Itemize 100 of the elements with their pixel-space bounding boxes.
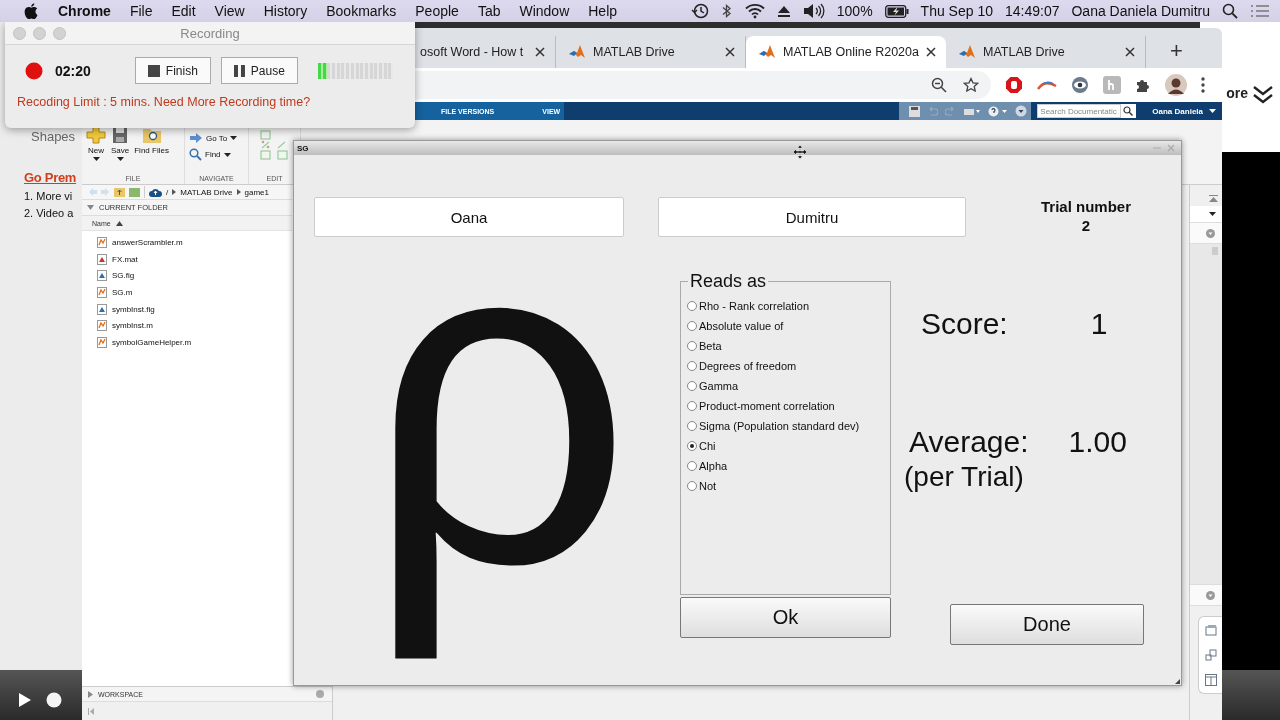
panel-options-icon[interactable] [316, 690, 324, 698]
option-label[interactable]: Absolute value of [699, 320, 784, 332]
menu-item[interactable]: People [415, 3, 459, 19]
expand-icon[interactable] [88, 690, 93, 698]
new-tab-button[interactable]: + [1170, 38, 1183, 64]
radio-button[interactable] [687, 341, 697, 351]
help-icon[interactable] [988, 105, 1009, 117]
name-field[interactable]: Dumitru [658, 197, 966, 237]
menu-item[interactable]: File [129, 3, 153, 19]
radio-button[interactable] [687, 401, 697, 411]
toolstrip-button[interactable]: New [86, 126, 106, 161]
file-name[interactable]: SG.m [112, 287, 133, 297]
cloud-icon[interactable] [149, 187, 162, 197]
menu-item[interactable]: Edit [171, 3, 196, 19]
menu-item[interactable]: Tab [477, 3, 501, 19]
puzzle-icon[interactable] [1135, 77, 1151, 93]
collapse-icon[interactable] [87, 205, 94, 210]
eye-icon[interactable] [1071, 76, 1089, 94]
file-name[interactable]: symbInst.m [112, 321, 153, 331]
panel-options-icon[interactable] [1206, 590, 1215, 600]
search-icon[interactable] [1222, 3, 1238, 19]
menu-item[interactable]: View [214, 3, 245, 19]
menu-item[interactable]: Help [588, 3, 618, 19]
file-name[interactable]: SG.fig [112, 271, 135, 281]
collapse-icon[interactable] [1209, 195, 1218, 203]
radio-button[interactable] [687, 421, 697, 431]
caret-icon[interactable] [1209, 108, 1216, 114]
scroll-thumb[interactable] [1212, 247, 1218, 255]
layout-icon[interactable] [1204, 674, 1217, 687]
double-chevron-icon[interactable] [1252, 85, 1274, 105]
close-icon[interactable] [725, 47, 735, 57]
limit-notice[interactable]: Recoding Limit : 5 mins. Need More Recording time? [17, 95, 311, 109]
name-field[interactable]: Oana [314, 197, 624, 237]
radio-button[interactable] [687, 301, 697, 311]
avatar-icon[interactable] [1165, 74, 1187, 96]
battery-icon[interactable] [884, 4, 909, 18]
radio-button[interactable] [687, 361, 697, 371]
folder-up-icon[interactable] [114, 187, 125, 197]
toolstrip-button[interactable]: Save [111, 126, 130, 161]
file-name[interactable]: symbInst.fig [112, 304, 155, 314]
path-segment[interactable]: game1 [244, 187, 269, 197]
done-button[interactable]: Done [950, 604, 1144, 645]
scroll-start-icon[interactable] [88, 707, 94, 715]
recording-button[interactable]: Finish [134, 57, 211, 84]
toolstrip-button[interactable]: Find [189, 148, 244, 161]
radio-button[interactable] [687, 461, 697, 471]
option-label[interactable]: Beta [699, 340, 722, 352]
radio-button[interactable] [687, 441, 697, 451]
file-name[interactable]: answerScrambler.m [112, 237, 183, 247]
more-icon[interactable] [1201, 77, 1205, 93]
dropdown-icon[interactable] [1015, 105, 1028, 117]
user-menu[interactable]: Oana Daniela [1152, 106, 1203, 116]
zoom-out-icon[interactable] [931, 77, 947, 93]
browser-tab[interactable]: MATLAB Online R2020a [746, 36, 946, 68]
history-icon[interactable] [690, 3, 709, 19]
search-icon[interactable] [1123, 106, 1134, 116]
eject-icon[interactable] [776, 4, 791, 18]
menu-item[interactable]: History [263, 3, 308, 19]
recording-button[interactable]: Pause [220, 57, 298, 84]
option-label[interactable]: Product-moment correlation [699, 400, 835, 412]
volume-icon[interactable] [802, 3, 825, 19]
apple-icon[interactable] [24, 3, 38, 19]
ok-button[interactable]: Ok [680, 597, 891, 638]
undock-icon[interactable] [1204, 649, 1217, 661]
option-label[interactable]: Chi [699, 440, 716, 452]
option-label[interactable]: Not [699, 480, 717, 492]
bluetooth-icon[interactable] [720, 3, 733, 19]
resize-grip-icon[interactable] [1175, 679, 1180, 684]
star-icon[interactable] [963, 77, 979, 93]
option-label[interactable]: Alpha [699, 460, 728, 472]
folder-browse-icon[interactable] [129, 187, 140, 197]
window-icon[interactable] [1204, 623, 1217, 636]
option-label[interactable]: Degrees of freedom [699, 360, 797, 372]
option-label[interactable]: Rho - Rank correlation [699, 300, 810, 312]
file-name[interactable]: symbolGameHelper.m [112, 337, 192, 347]
radio-button[interactable] [687, 321, 697, 331]
menu-item[interactable]: Bookmarks [326, 3, 397, 19]
toolstrip-button[interactable]: Find Files [134, 126, 169, 161]
option-label[interactable]: Sigma (Population standard dev) [699, 420, 860, 432]
path-segment[interactable]: MATLAB Drive [180, 187, 233, 197]
search-field[interactable]: Search Documentatic [1037, 104, 1122, 118]
close-icon[interactable] [535, 47, 545, 57]
seek-handle[interactable] [46, 692, 62, 708]
file-name[interactable]: FX.mat [112, 254, 138, 264]
panel-options-icon[interactable] [1206, 228, 1215, 238]
toolstrip-button[interactable]: Go To [189, 132, 244, 144]
stop-hand-icon[interactable] [1005, 76, 1023, 94]
list-icon[interactable] [1250, 4, 1270, 18]
path-segment[interactable]: / [166, 187, 169, 197]
radio-button[interactable] [687, 381, 697, 391]
premium-link[interactable]: Go Prem [24, 170, 77, 185]
close-icon[interactable] [1125, 47, 1135, 57]
arc-icon[interactable] [1037, 79, 1057, 91]
user-name[interactable]: Oana Daniela Dumitru [1071, 3, 1210, 19]
radio-button[interactable] [687, 481, 697, 491]
menu-item[interactable]: Window [519, 3, 570, 19]
play-icon[interactable] [18, 692, 32, 708]
save-icon[interactable] [909, 105, 921, 117]
option-label[interactable]: Gamma [699, 380, 739, 392]
app-menu[interactable]: Chrome [58, 3, 111, 19]
